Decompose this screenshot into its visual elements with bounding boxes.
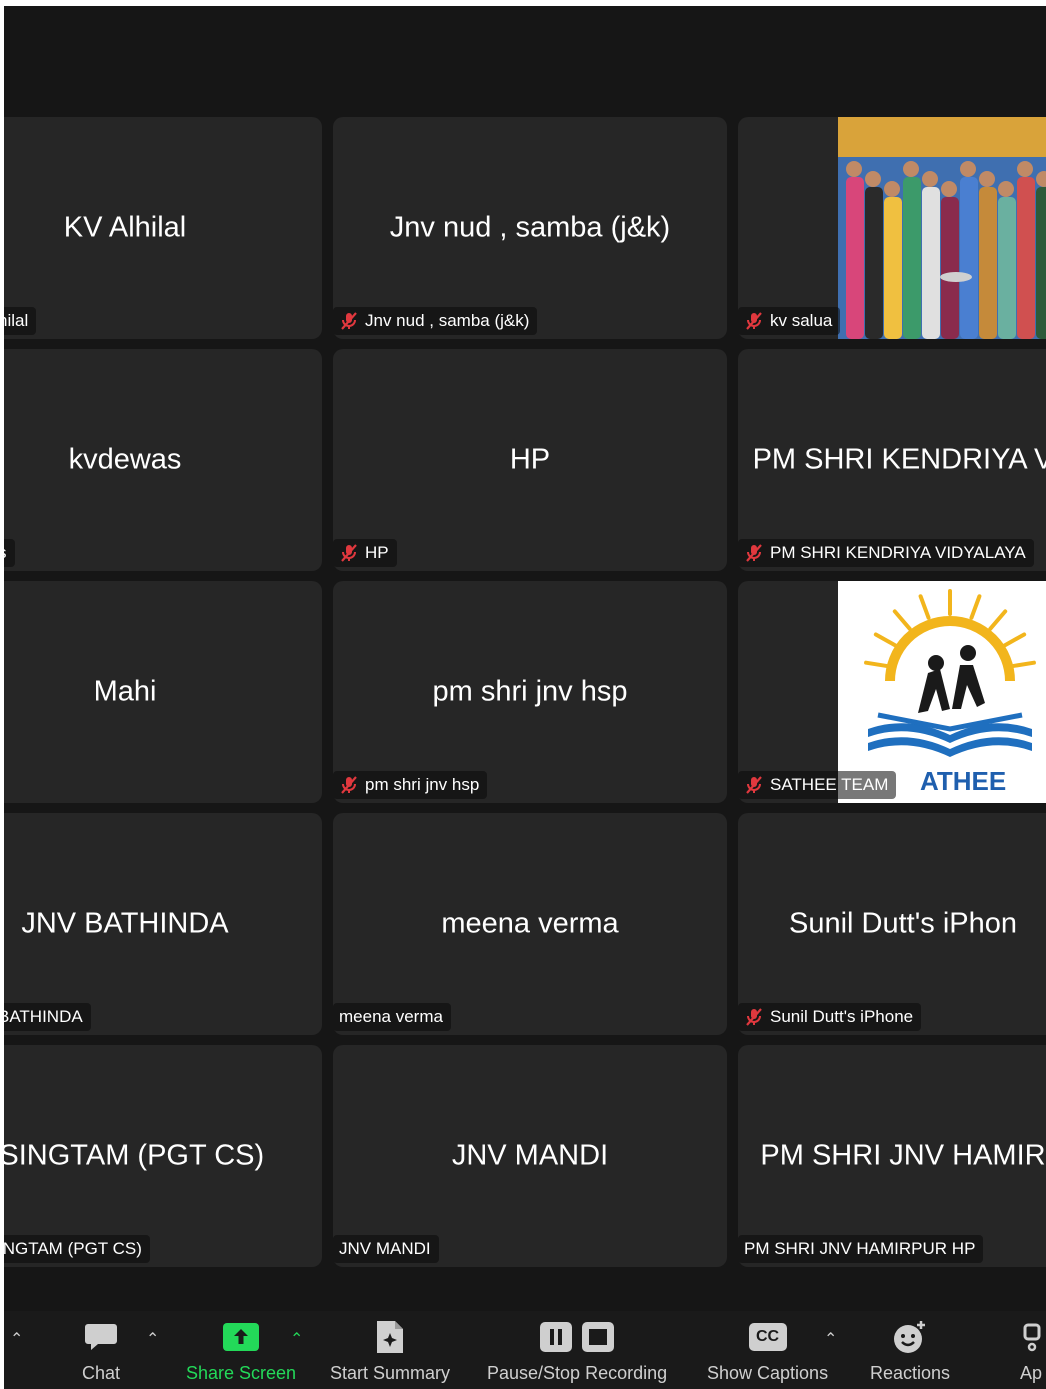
participant-name-tag: meena verma [333, 1003, 451, 1031]
chat-label: Chat [82, 1363, 121, 1383]
muted-mic-icon [746, 544, 762, 562]
participant-display-name: pm shri jnv hsp [432, 675, 628, 708]
apps-icon [1021, 1317, 1041, 1357]
participant-name-tag: JNV MANDI [333, 1235, 439, 1263]
start-summary-button[interactable]: Start Summary [330, 1317, 450, 1384]
name-tag-label: PM SHRI JNV HAMIRPUR HP [744, 1239, 976, 1258]
participant-display-name: Mahi [93, 675, 157, 708]
participant-tile[interactable]: ATHEE SATHEE TEAM [738, 581, 1046, 803]
participant-display-name: PM SHRI KENDRIYA V [752, 443, 1046, 476]
name-tag-label: kv salua [770, 311, 833, 330]
meeting-window: KV AlhilalhilalJnv nud , samba (j&k)Jnv … [4, 6, 1046, 1389]
name-tag-label: pm shri jnv hsp [365, 775, 480, 794]
name-tag-label: BATHINDA [4, 1007, 83, 1026]
participant-video-photo [838, 117, 1046, 339]
apps-button[interactable]: Ap [1020, 1317, 1042, 1384]
name-tag-label: SATHEE TEAM [770, 775, 889, 794]
participant-tile[interactable]: Mahi [4, 581, 322, 803]
participant-name-tag: PM SHRI JNV HAMIRPUR HP [738, 1235, 984, 1263]
pause-stop-recording-label: Pause/Stop Recording [487, 1363, 668, 1383]
participant-display-name: PM SHRI JNV HAMIR [760, 1139, 1046, 1172]
participant-tile[interactable]: KV Alhilal hilal [4, 117, 322, 339]
chat-button[interactable]: Chat [82, 1317, 120, 1384]
participant-tile[interactable]: PM SHRI KENDRIYA V PM SHRI KENDRIYA VIDYA… [738, 349, 1046, 571]
participant-name-tag: SATHEE TEAM [738, 771, 897, 799]
participant-tile[interactable]: kv salua [738, 117, 1046, 339]
participant-name-tag: INGTAM (PGT CS) [4, 1235, 150, 1263]
summary-icon [374, 1317, 406, 1357]
muted-mic-icon [341, 544, 357, 562]
name-tag-label: PM SHRI KENDRIYA VIDYALAYA [770, 543, 1026, 562]
reactions-label: Reactions [870, 1363, 951, 1383]
participant-tile[interactable]: JNV MANDI JNV MANDI [333, 1045, 727, 1267]
start-summary-label: Start Summary [330, 1363, 451, 1383]
participant-display-name: JNV MANDI [451, 1139, 609, 1172]
cc-glyph: CC [748, 1323, 787, 1351]
reactions-button[interactable]: Reactions [870, 1317, 950, 1384]
participant-display-name: Jnv nud , samba (j&k) [389, 211, 671, 244]
participant-tile[interactable]: PM SHRI JNV HAMIR PM SHRI JNV HAMIRPUR HP [738, 1045, 1046, 1267]
participant-display-name: ' SINGTAM (PGT CS) [4, 1139, 265, 1172]
captions-options-chevron-icon[interactable]: ⌃ [824, 1329, 837, 1349]
participant-display-name: kvdewas [68, 443, 182, 476]
share-screen-label: Share Screen [186, 1363, 297, 1383]
participant-tile[interactable]: kvdewas s [4, 349, 322, 571]
participant-tile[interactable]: Jnv nud , samba (j&k) Jnv nud , samba (j&… [333, 117, 727, 339]
pause-stop-icon [538, 1317, 616, 1357]
apps-label: Ap [1020, 1363, 1043, 1383]
sathee-logo-image: ATHEE [838, 581, 1046, 803]
cc-icon: CC [748, 1317, 787, 1357]
muted-mic-icon [341, 776, 357, 794]
sathee-logo-text: ATHEE [920, 766, 1007, 796]
name-tag-label: s [4, 543, 7, 563]
participant-tile[interactable]: Sunil Dutt's iPhon Sunil Dutt's iPhone [738, 813, 1046, 1035]
participant-name-tag: kv salua [738, 307, 841, 335]
muted-mic-icon [746, 776, 762, 794]
name-tag-label: INGTAM (PGT CS) [4, 1239, 142, 1258]
name-tag-label: HP [365, 543, 389, 562]
participant-name-tag: BATHINDA [4, 1003, 91, 1031]
participant-name-tag: pm shri jnv hsp [333, 771, 488, 799]
participant-display-name: KV Alhilal [63, 211, 187, 244]
name-tag-label: meena verma [339, 1007, 443, 1026]
participant-display-name: JNV BATHINDA [21, 907, 229, 940]
participant-tile[interactable]: pm shri jnv hsp pm shri jnv hsp [333, 581, 727, 803]
participant-display-name: HP [509, 443, 551, 476]
share-screen-button[interactable]: Share Screen [186, 1317, 296, 1384]
participant-name-tag: HP [333, 539, 397, 567]
participant-name-tag: hilal [4, 307, 37, 335]
meeting-toolbar: ⌃ Chat ⌃ Share Screen ⌃ Start Summary Pa… [4, 1311, 1046, 1389]
reactions-icon [892, 1317, 928, 1357]
muted-mic-icon [341, 312, 357, 330]
participant-name-tag: Sunil Dutt's iPhone [738, 1003, 922, 1031]
name-tag-label: Sunil Dutt's iPhone [770, 1007, 914, 1026]
name-tag-label: Jnv nud , samba (j&k) [365, 311, 530, 330]
share-options-chevron-icon[interactable]: ⌃ [290, 1329, 303, 1349]
show-captions-button[interactable]: CC Show Captions [707, 1317, 828, 1384]
pause-stop-recording-button[interactable]: Pause/Stop Recording [487, 1317, 667, 1384]
participant-name-tag: PM SHRI KENDRIYA VIDYALAYA [738, 539, 1034, 567]
participant-name-tag: Jnv nud , samba (j&k) [333, 307, 538, 335]
show-captions-label: Show Captions [707, 1363, 829, 1383]
chevron-up-icon[interactable]: ⌃ [10, 1329, 23, 1349]
muted-mic-icon [746, 1008, 762, 1026]
participant-display-name: meena verma [441, 907, 619, 940]
name-tag-label: hilal [4, 311, 29, 330]
participant-tile[interactable]: HP HP [333, 349, 727, 571]
participant-tile[interactable]: JNV BATHINDA BATHINDA [4, 813, 322, 1035]
participant-tile[interactable]: meena verma meena verma [333, 813, 727, 1035]
participant-tile[interactable]: ' SINGTAM (PGT CS) INGTAM (PGT CS) [4, 1045, 322, 1267]
chat-options-chevron-icon[interactable]: ⌃ [146, 1329, 159, 1349]
share-screen-icon [222, 1317, 260, 1357]
participant-name-tag: s [4, 539, 15, 567]
chat-icon [84, 1317, 118, 1357]
muted-mic-icon [746, 312, 762, 330]
participant-display-name: Sunil Dutt's iPhon [789, 907, 1017, 940]
name-tag-label: JNV MANDI [339, 1239, 431, 1258]
